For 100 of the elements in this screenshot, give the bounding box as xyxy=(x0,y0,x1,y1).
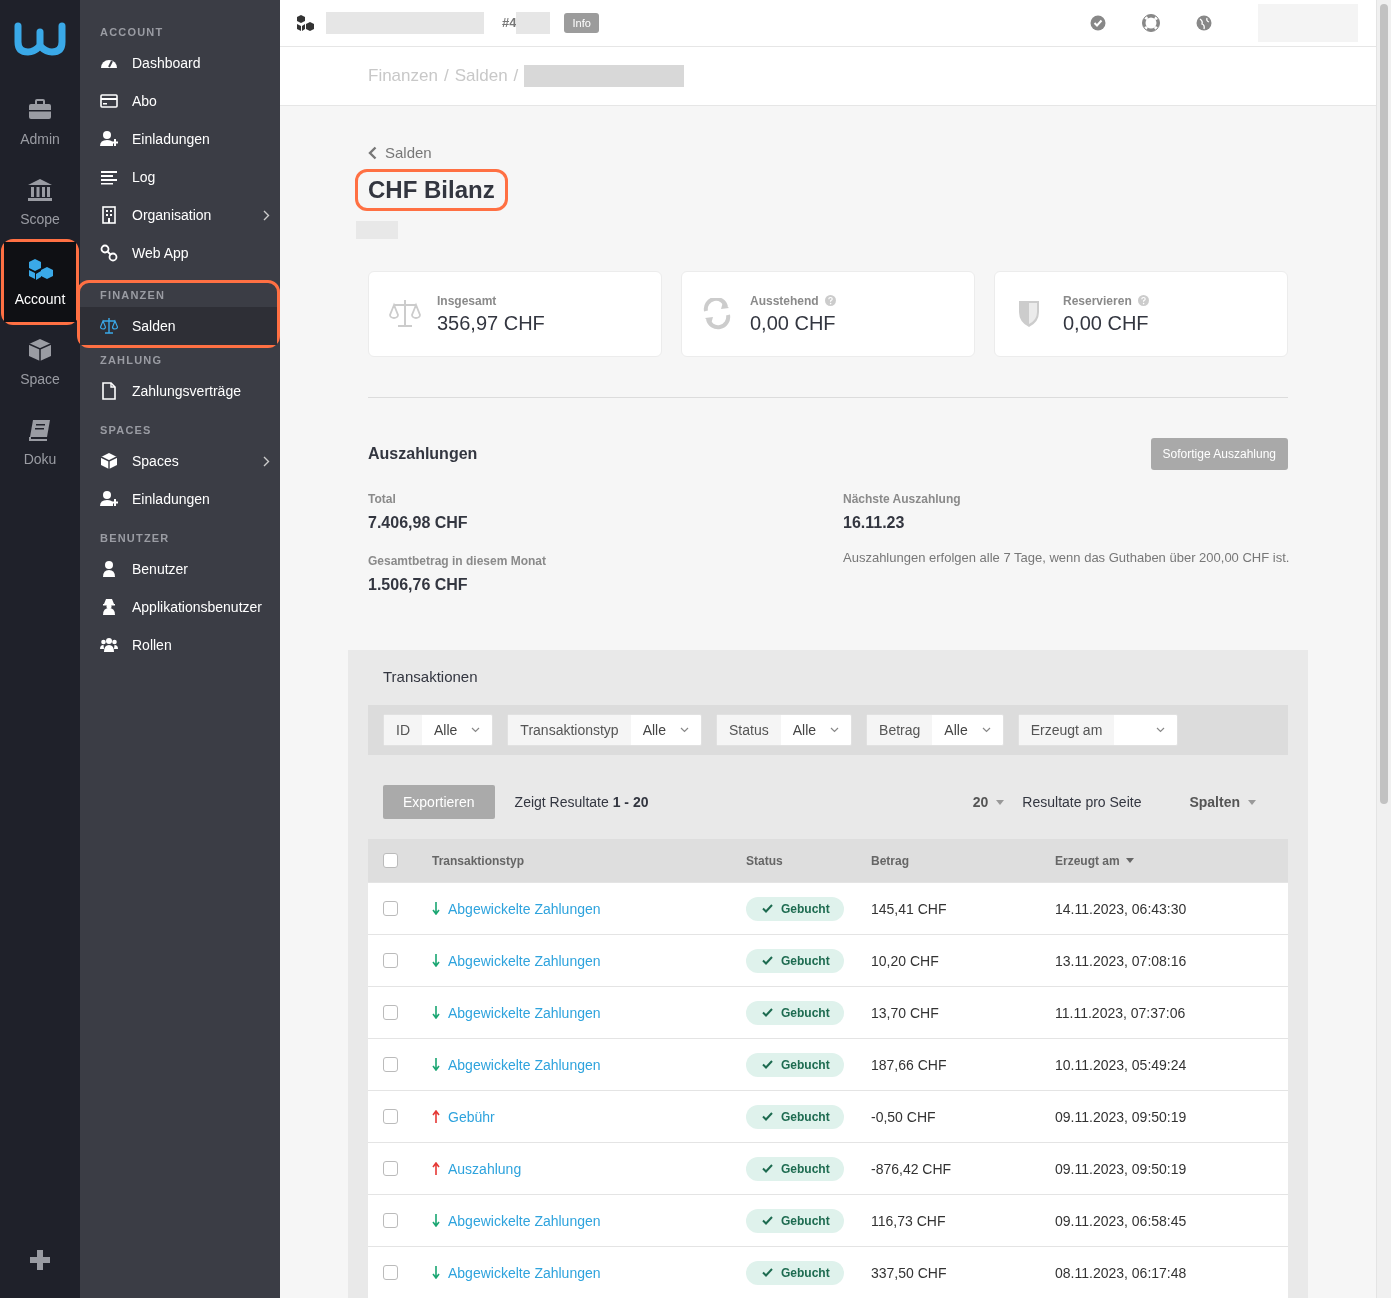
sidebar-item[interactable]: Log xyxy=(80,158,280,196)
column-header[interactable]: Betrag xyxy=(871,853,909,868)
section-heading: BENUTZER xyxy=(99,531,171,546)
scrollbar[interactable] xyxy=(1376,0,1391,1298)
link-icon xyxy=(99,244,118,262)
rail-label: Account xyxy=(14,291,66,307)
rail-item[interactable]: Space xyxy=(0,322,80,402)
checkbox[interactable] xyxy=(383,1005,398,1020)
check-circle-icon[interactable] xyxy=(1090,14,1106,31)
sidebar-item[interactable]: Organisation xyxy=(80,196,280,234)
status-badge: Gebucht xyxy=(746,948,844,973)
back-link[interactable]: Salden xyxy=(368,144,1288,161)
chevron-down-icon xyxy=(1156,727,1166,733)
column-header[interactable]: Erzeugt am xyxy=(1055,853,1120,868)
sidebar-item[interactable]: Rollen xyxy=(80,626,280,664)
sidebar-item[interactable]: Spaces xyxy=(80,442,280,480)
page-title: CHF Bilanz xyxy=(368,176,495,204)
amount-cell: 337,50 CHF xyxy=(871,1264,947,1281)
date-cell: 13.11.2023, 07:08:16 xyxy=(1055,952,1187,969)
column-header[interactable]: Transaktionstyp xyxy=(432,853,525,868)
status-badge: Gebucht xyxy=(746,1208,844,1233)
caret-down-icon xyxy=(996,799,1005,805)
scales-icon xyxy=(99,317,118,335)
rail-item[interactable]: Doku xyxy=(0,402,80,482)
arrow-down-icon xyxy=(432,1266,440,1279)
amount-cell: 13,70 CHF xyxy=(871,1004,939,1021)
results-summary: Zeigt Resultate 1 - 20 xyxy=(514,794,649,810)
page-size-dropdown[interactable]: 20 xyxy=(966,793,1011,811)
redacted-block xyxy=(516,11,551,34)
filter-dropdown[interactable]: Erzeugt am xyxy=(1017,714,1179,746)
cube-icon xyxy=(99,452,118,470)
arrow-up-icon xyxy=(432,1110,440,1123)
card-label: Ausstehend xyxy=(750,293,819,308)
scales-icon xyxy=(389,298,421,330)
card-value: 0,00 CHF xyxy=(750,311,836,335)
amount-cell: 145,41 CHF xyxy=(871,900,947,917)
checkbox[interactable] xyxy=(383,853,398,868)
date-cell: 08.11.2023, 06:17:48 xyxy=(1055,1264,1187,1281)
arrow-down-icon xyxy=(432,954,440,967)
check-icon xyxy=(762,956,773,965)
space-id: #4 xyxy=(502,15,517,31)
stat-label: Nächste Auszahlung xyxy=(843,492,962,506)
column-header[interactable]: Status xyxy=(746,853,783,868)
stat-value: 16.11.23 xyxy=(843,514,906,532)
breadcrumb-separator: / xyxy=(513,65,519,86)
cubes-icon xyxy=(294,13,316,32)
check-icon xyxy=(762,904,773,913)
date-cell: 14.11.2023, 06:43:30 xyxy=(1055,900,1187,917)
building-icon xyxy=(99,206,118,224)
chevron-left-icon xyxy=(368,145,377,160)
checkbox[interactable] xyxy=(383,953,398,968)
sidebar-item[interactable]: Einladungen xyxy=(80,120,280,158)
chevron-right-icon xyxy=(263,209,270,221)
rail-item[interactable]: Scope xyxy=(0,162,80,242)
stat-value: 1.506,76 CHF xyxy=(368,576,469,594)
amount-cell: 10,20 CHF xyxy=(871,952,939,969)
sidebar-item[interactable]: Benutzer xyxy=(80,550,280,588)
document-icon xyxy=(99,382,118,400)
chevron-down-icon xyxy=(680,727,690,733)
filter-dropdown[interactable]: Betrag Alle xyxy=(866,714,1004,746)
help-icon xyxy=(1137,295,1149,306)
cubes-icon xyxy=(27,257,53,283)
globe-icon[interactable] xyxy=(1196,14,1212,31)
help-icon xyxy=(824,295,836,306)
checkbox[interactable] xyxy=(383,1057,398,1072)
stat-label: Gesamtbetrag in diesem Monat xyxy=(368,554,548,568)
checkbox[interactable] xyxy=(383,1213,398,1228)
rail-item[interactable]: Admin xyxy=(0,82,80,162)
panel-title: Transaktionen xyxy=(382,668,479,685)
date-cell: 09.11.2023, 06:58:45 xyxy=(1055,1212,1187,1229)
checkbox[interactable] xyxy=(383,1265,398,1280)
logo xyxy=(14,22,66,56)
sidebar-item[interactable]: Einladungen xyxy=(80,480,280,518)
section-heading: ACCOUNT xyxy=(99,25,165,40)
columns-dropdown[interactable]: Spalten xyxy=(1183,793,1262,811)
sidebar-item[interactable]: Salden xyxy=(80,307,277,345)
card-label: Reservieren xyxy=(1063,293,1132,308)
cube-icon xyxy=(27,337,53,363)
plus-icon xyxy=(30,1250,50,1270)
arrow-up-icon xyxy=(432,1162,440,1175)
date-cell: 11.11.2023, 07:37:06 xyxy=(1055,1004,1186,1021)
filter-dropdown[interactable]: Transaktionstyp Alle xyxy=(507,714,703,746)
sidebar-item[interactable]: Zahlungsverträge xyxy=(80,372,280,410)
checkbox[interactable] xyxy=(383,901,398,916)
check-icon xyxy=(762,1060,773,1069)
date-cell: 09.11.2023, 09:50:19 xyxy=(1055,1160,1187,1177)
sidebar-item[interactable]: Dashboard xyxy=(80,44,280,82)
filter-dropdown[interactable]: Status Alle xyxy=(716,714,853,746)
amount-cell: -876,42 CHF xyxy=(871,1160,952,1177)
lifebuoy-icon[interactable] xyxy=(1142,13,1160,32)
sidebar-item[interactable]: Abo xyxy=(80,82,280,120)
rail-item[interactable]: Account xyxy=(4,242,76,322)
filter-dropdown[interactable]: ID Alle xyxy=(383,714,494,746)
checkbox[interactable] xyxy=(383,1109,398,1124)
sidebar-item[interactable]: Applikationsbenutzer xyxy=(80,588,280,626)
checkbox[interactable] xyxy=(383,1161,398,1176)
users-icon xyxy=(99,636,118,654)
status-badge: Gebucht xyxy=(746,1000,844,1025)
sidebar-item[interactable]: Web App xyxy=(80,234,280,272)
status-badge: Gebucht xyxy=(746,1260,844,1285)
